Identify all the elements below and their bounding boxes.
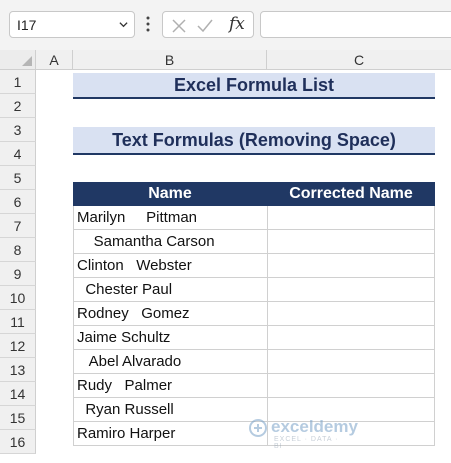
name-cell[interactable]: Rodney Gomez — [73, 302, 267, 326]
table-row: Rudy Palmer — [73, 374, 435, 398]
chevron-down-icon[interactable] — [119, 20, 128, 29]
table-row: Jaime Schultz — [73, 326, 435, 350]
corrected-name-cell[interactable] — [267, 254, 435, 278]
table-header: Name Corrected Name — [73, 182, 435, 206]
name-cell[interactable]: Ramiro Harper — [73, 422, 267, 446]
name-box-value: I17 — [17, 17, 37, 33]
column-header-a[interactable]: A — [36, 50, 73, 70]
name-cell[interactable]: Rudy Palmer — [73, 374, 267, 398]
column-header-b[interactable]: B — [73, 50, 267, 70]
watermark: exceldemy EXCEL · DATA · BI — [249, 417, 358, 450]
corrected-name-cell[interactable] — [267, 206, 435, 230]
table-row: Clinton Webster — [73, 254, 435, 278]
name-cell[interactable]: Marilyn Pittman — [73, 206, 267, 230]
name-cell[interactable]: Clinton Webster — [73, 254, 267, 278]
more-options-icon[interactable] — [146, 16, 150, 32]
row-header-12[interactable]: 12 — [0, 334, 36, 358]
corrected-name-cell[interactable] — [267, 230, 435, 254]
row-header-13[interactable]: 13 — [0, 358, 36, 382]
row-header-4[interactable]: 4 — [0, 142, 36, 166]
enter-check-icon[interactable] — [197, 18, 213, 34]
corrected-name-cell[interactable] — [267, 350, 435, 374]
row-header-6[interactable]: 6 — [0, 190, 36, 214]
row-header-3[interactable]: 3 — [0, 118, 36, 142]
row-header-8[interactable]: 8 — [0, 238, 36, 262]
corrected-name-cell[interactable] — [267, 374, 435, 398]
table-row: Rodney Gomez — [73, 302, 435, 326]
row-header-7[interactable]: 7 — [0, 214, 36, 238]
formula-bar: I17 fx — [0, 0, 451, 50]
row-header-5[interactable]: 5 — [0, 166, 36, 190]
row-header-2[interactable]: 2 — [0, 94, 36, 118]
corrected-name-cell[interactable] — [267, 326, 435, 350]
table-row: Marilyn Pittman — [73, 206, 435, 230]
formula-buttons: fx — [162, 11, 254, 38]
watermark-tagline: EXCEL · DATA · BI — [274, 436, 339, 450]
cancel-icon[interactable] — [171, 18, 187, 34]
table-row: Chester Paul — [73, 278, 435, 302]
name-cell[interactable]: Ryan Russell — [73, 398, 267, 422]
name-cell[interactable]: Abel Alvarado — [73, 350, 267, 374]
column-header-c[interactable]: C — [267, 50, 451, 70]
row-header-15[interactable]: 15 — [0, 406, 36, 430]
header-name[interactable]: Name — [73, 182, 267, 206]
corrected-name-cell[interactable] — [267, 278, 435, 302]
select-all-corner[interactable] — [0, 50, 36, 70]
row-header-10[interactable]: 10 — [0, 286, 36, 310]
name-cell[interactable]: Samantha Carson — [73, 230, 267, 254]
sheet-title[interactable]: Excel Formula List — [73, 73, 435, 99]
name-cell[interactable]: Jaime Schultz — [73, 326, 267, 350]
name-cell[interactable]: Chester Paul — [73, 278, 267, 302]
row-header-14[interactable]: 14 — [0, 382, 36, 406]
name-box[interactable]: I17 — [9, 11, 135, 38]
row-header-11[interactable]: 11 — [0, 310, 36, 334]
insert-function-button[interactable]: fx — [229, 14, 245, 34]
corrected-name-cell[interactable] — [267, 302, 435, 326]
table-row: Samantha Carson — [73, 230, 435, 254]
sheet-grid[interactable]: Excel Formula List Text Formulas (Removi… — [36, 70, 451, 463]
row-header-9[interactable]: 9 — [0, 262, 36, 286]
row-header-1[interactable]: 1 — [0, 70, 36, 94]
table-row: Abel Alvarado — [73, 350, 435, 374]
formula-input[interactable] — [260, 11, 451, 38]
header-corrected-name[interactable]: Corrected Name — [267, 182, 435, 206]
sheet-subtitle[interactable]: Text Formulas (Removing Space) — [73, 127, 435, 155]
row-header-16[interactable]: 16 — [0, 430, 36, 454]
exceldemy-logo-icon — [249, 419, 267, 437]
watermark-name: exceldemy — [271, 417, 358, 436]
